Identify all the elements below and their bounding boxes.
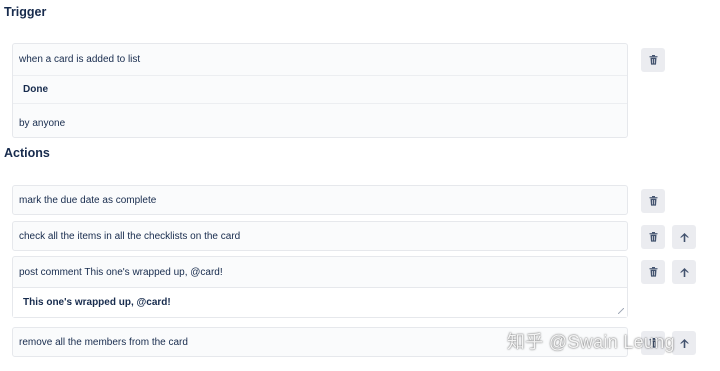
action-item: check all the items in all the checklist… [12,221,628,251]
trash-icon [649,196,658,206]
delete-action-button[interactable] [641,189,665,213]
trash-icon [649,267,658,277]
delete-trigger-button[interactable] [641,48,665,72]
delete-action-button[interactable] [641,225,665,249]
trigger-actor-text[interactable]: by anyone [19,118,65,129]
comment-textarea[interactable]: This one's wrapped up, @card! [13,287,627,317]
arrow-up-icon [679,267,689,277]
actions-heading: Actions [4,146,50,160]
action-item: mark the due date as complete [12,185,628,215]
comment-text: This one's wrapped up, @card! [23,297,171,308]
action-item: post comment This one's wrapped up, @car… [12,256,628,318]
trigger-card: when a card is added to list Done by any… [12,43,628,138]
trash-icon [649,232,658,242]
resize-handle[interactable] [618,308,624,314]
arrow-up-icon [679,232,689,242]
delete-action-button[interactable] [641,260,665,284]
trigger-list-name[interactable]: Done [23,84,48,95]
trigger-heading: Trigger [4,5,47,19]
watermark-text: 知乎 @Swain Leung [507,332,675,352]
divider [13,75,627,76]
trash-icon [649,55,658,65]
action-label[interactable]: post comment This one's wrapped up, @car… [19,267,223,278]
action-label[interactable]: mark the due date as complete [19,195,156,206]
move-up-button[interactable] [672,331,696,355]
move-up-button[interactable] [672,225,696,249]
action-label[interactable]: check all the items in all the checklist… [19,231,240,242]
trigger-condition-text: when a card is added to list [19,54,141,65]
divider [13,103,627,104]
move-up-button[interactable] [672,260,696,284]
action-label[interactable]: remove all the members from the card [19,337,188,348]
arrow-up-icon [679,338,689,348]
